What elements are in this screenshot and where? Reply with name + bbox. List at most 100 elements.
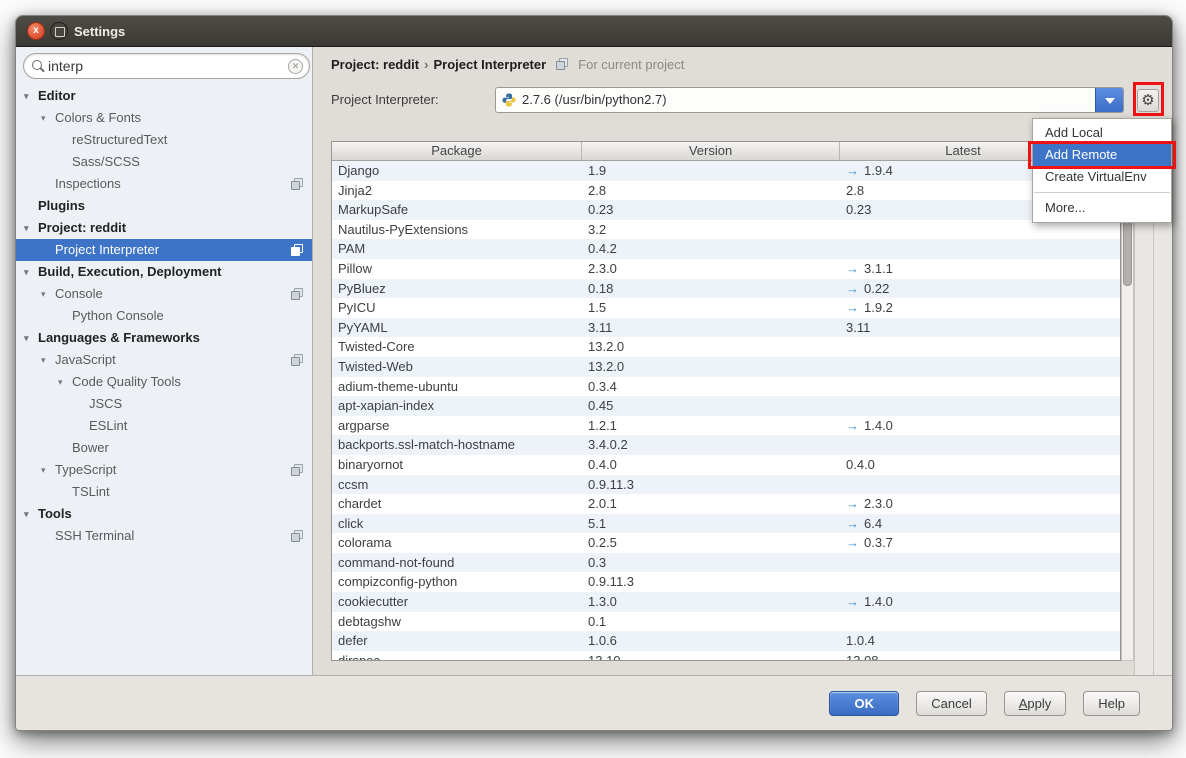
- triangle-down-icon[interactable]: ▾: [24, 261, 38, 283]
- extra-cell: [1087, 572, 1120, 592]
- table-row-click[interactable]: click5.1→6.4: [332, 514, 1120, 534]
- table-row-debtagshw[interactable]: debtagshw0.1: [332, 612, 1120, 632]
- help-button[interactable]: Help: [1083, 691, 1140, 716]
- table-row-argparse[interactable]: argparse1.2.1→1.4.0: [332, 416, 1120, 436]
- package-cell: adium-theme-ubuntu: [332, 377, 582, 397]
- package-cell: backports.ssl-match-hostname: [332, 435, 582, 455]
- sidebar-item-bower[interactable]: Bower: [16, 437, 312, 459]
- sidebar-item-build-execution-deployment[interactable]: ▾Build, Execution, Deployment: [16, 261, 312, 283]
- extra-cell: [1087, 435, 1120, 455]
- breadcrumb-note: For current project: [578, 57, 684, 72]
- triangle-down-icon[interactable]: ▾: [41, 349, 55, 371]
- column-header-package[interactable]: Package: [332, 142, 582, 160]
- clear-search-icon[interactable]: ✕: [288, 59, 303, 74]
- table-row-markupsafe[interactable]: MarkupSafe0.230.23: [332, 200, 1120, 220]
- sidebar-item-inspections[interactable]: Inspections: [16, 173, 312, 195]
- triangle-down-icon[interactable]: ▾: [41, 107, 55, 129]
- sidebar-item-javascript[interactable]: ▾JavaScript: [16, 349, 312, 371]
- table-row-pyicu[interactable]: PyICU1.5→1.9.2: [332, 298, 1120, 318]
- menu-item-add-local[interactable]: Add Local: [1033, 122, 1171, 144]
- table-row-pillow[interactable]: Pillow2.3.0→3.1.1: [332, 259, 1120, 279]
- table-row-jinja2[interactable]: Jinja22.82.8: [332, 181, 1120, 201]
- sidebar-item-tslint[interactable]: TSLint: [16, 481, 312, 503]
- version-cell: 5.1: [582, 514, 840, 534]
- triangle-down-icon[interactable]: ▾: [41, 283, 55, 305]
- version-cell: 2.8: [582, 181, 840, 201]
- sidebar-item-python-console[interactable]: Python Console: [16, 305, 312, 327]
- menu-item-add-remote[interactable]: Add Remote: [1033, 144, 1171, 166]
- sidebar-item-label: Plugins: [38, 195, 85, 217]
- sidebar-item-editor[interactable]: ▾Editor: [16, 85, 312, 107]
- interpreter-select[interactable]: 2.7.6 (/usr/bin/python2.7): [495, 87, 1124, 113]
- table-row-chardet[interactable]: chardet2.0.1→2.3.0: [332, 494, 1120, 514]
- breadcrumb-page: Project Interpreter: [433, 57, 546, 72]
- gear-button[interactable]: ⚙: [1137, 89, 1159, 112]
- sidebar-item-tools[interactable]: ▾Tools: [16, 503, 312, 525]
- search-box[interactable]: ✕: [23, 53, 310, 79]
- table-row-nautilus-pyextensions[interactable]: Nautilus-PyExtensions3.2: [332, 220, 1120, 240]
- extra-cell: [1087, 357, 1120, 377]
- sidebar-item-jscs[interactable]: JSCS: [16, 393, 312, 415]
- close-button[interactable]: x: [27, 22, 45, 40]
- table-row-binaryornot[interactable]: binaryornot0.4.00.4.0: [332, 455, 1120, 475]
- search-input[interactable]: [48, 55, 288, 77]
- triangle-down-icon[interactable]: ▾: [41, 459, 55, 481]
- cancel-button[interactable]: Cancel: [916, 691, 986, 716]
- table-row-adium-theme-ubuntu[interactable]: adium-theme-ubuntu0.3.4: [332, 377, 1120, 397]
- version-cell: 0.3.4: [582, 377, 840, 397]
- menu-item-create-virtualenv[interactable]: Create VirtualEnv: [1033, 166, 1171, 188]
- version-cell: 0.9.11.3: [582, 475, 840, 495]
- table-row-command-not-found[interactable]: command-not-found0.3: [332, 553, 1120, 573]
- table-row-cookiecutter[interactable]: cookiecutter1.3.0→1.4.0: [332, 592, 1120, 612]
- ok-button[interactable]: OK: [829, 691, 899, 716]
- triangle-down-icon[interactable]: ▾: [24, 217, 38, 239]
- sidebar-item-code-quality-tools[interactable]: ▾Code Quality Tools: [16, 371, 312, 393]
- sidebar-item-sass-scss[interactable]: Sass/SCSS: [16, 151, 312, 173]
- sidebar-item-languages-frameworks[interactable]: ▾Languages & Frameworks: [16, 327, 312, 349]
- table-row-pyyaml[interactable]: PyYAML3.113.11: [332, 318, 1120, 338]
- upgrade-arrow-icon: →: [846, 516, 859, 531]
- version-cell: 2.3.0: [582, 259, 840, 279]
- triangle-down-icon[interactable]: ▾: [58, 371, 72, 393]
- sidebar-item-project-reddit[interactable]: ▾Project: reddit: [16, 217, 312, 239]
- apply-button[interactable]: Apply: [1004, 691, 1067, 716]
- package-cell: PAM: [332, 239, 582, 259]
- gear-icon: ⚙: [1141, 92, 1154, 109]
- table-row-colorama[interactable]: colorama0.2.5→0.3.7: [332, 533, 1120, 553]
- table-row-compizconfig-python[interactable]: compizconfig-python0.9.11.3: [332, 572, 1120, 592]
- triangle-down-icon[interactable]: ▾: [24, 503, 38, 525]
- sidebar-item-label: Code Quality Tools: [72, 371, 181, 393]
- sidebar-item-eslint[interactable]: ESLint: [16, 415, 312, 437]
- interpreter-dropdown-button[interactable]: [1095, 88, 1123, 112]
- table-scrollbar[interactable]: [1121, 160, 1134, 661]
- upgrade-arrow-icon: →: [846, 496, 859, 511]
- triangle-down-icon[interactable]: ▾: [24, 327, 38, 349]
- shared-settings-icon: [556, 58, 568, 70]
- maximize-button[interactable]: [50, 22, 68, 40]
- table-row-ccsm[interactable]: ccsm0.9.11.3: [332, 475, 1120, 495]
- triangle-down-icon[interactable]: ▾: [24, 85, 38, 107]
- sidebar-item-ssh-terminal[interactable]: SSH Terminal: [16, 525, 312, 547]
- package-cell: chardet: [332, 494, 582, 514]
- package-cell: ccsm: [332, 475, 582, 495]
- column-header-version[interactable]: Version: [582, 142, 840, 160]
- table-row-twisted-web[interactable]: Twisted-Web13.2.0: [332, 357, 1120, 377]
- table-row-twisted-core[interactable]: Twisted-Core13.2.0: [332, 337, 1120, 357]
- sidebar-item-plugins[interactable]: Plugins: [16, 195, 312, 217]
- sidebar-item-restructuredtext[interactable]: reStructuredText: [16, 129, 312, 151]
- sidebar-item-typescript[interactable]: ▾TypeScript: [16, 459, 312, 481]
- table-row-pybluez[interactable]: PyBluez0.18→0.22: [332, 279, 1120, 299]
- extra-cell: [1087, 416, 1120, 436]
- table-row-dirspec[interactable]: dirspec13.1013.08: [332, 651, 1120, 660]
- sidebar-item-colors-fonts[interactable]: ▾Colors & Fonts: [16, 107, 312, 129]
- table-row-apt-xapian-index[interactable]: apt-xapian-index0.45: [332, 396, 1120, 416]
- upgrade-arrow-icon: →: [846, 261, 859, 276]
- menu-item-more[interactable]: More...: [1033, 197, 1171, 219]
- sidebar-item-console[interactable]: ▾Console: [16, 283, 312, 305]
- sidebar-item-project-interpreter[interactable]: Project Interpreter: [16, 239, 312, 261]
- table-row-django[interactable]: Django1.9→1.9.4: [332, 161, 1120, 181]
- table-row-defer[interactable]: defer1.0.61.0.4: [332, 631, 1120, 651]
- table-row-backports-ssl-match-hostname[interactable]: backports.ssl-match-hostname3.4.0.2: [332, 435, 1120, 455]
- interpreter-label: Project Interpreter:: [331, 87, 439, 113]
- table-row-pam[interactable]: PAM0.4.2: [332, 239, 1120, 259]
